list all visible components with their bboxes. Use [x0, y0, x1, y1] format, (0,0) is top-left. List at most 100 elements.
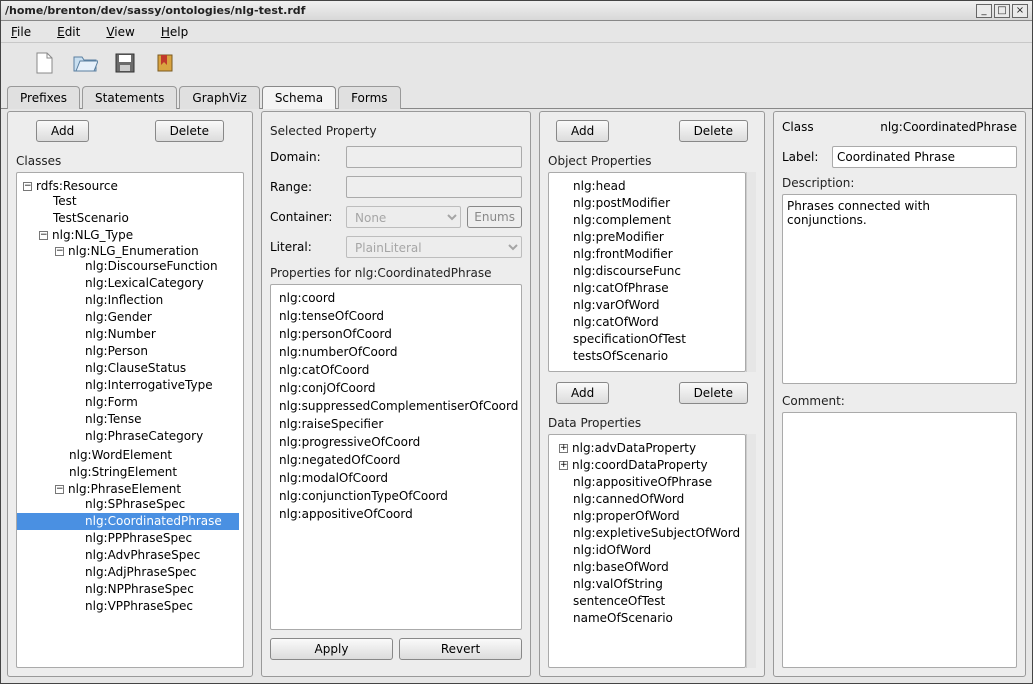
tab-forms[interactable]: Forms [338, 86, 400, 109]
dataprops-delete-button[interactable]: Delete [679, 382, 748, 404]
tree-node[interactable]: nlg:head [573, 179, 626, 193]
classes-add-button[interactable]: Add [36, 120, 89, 142]
description-textarea[interactable]: Phrases connected with conjunctions. [782, 194, 1017, 384]
tree-node[interactable]: nlg:Gender [85, 310, 152, 324]
tree-node[interactable]: nlg:postModifier [573, 196, 670, 210]
tree-node[interactable]: rdfs:Resource [36, 179, 118, 193]
tree-node[interactable]: Test [53, 194, 77, 208]
tree-node[interactable]: TestScenario [53, 211, 129, 225]
tree-toggle-icon[interactable]: + [559, 444, 568, 453]
new-file-icon[interactable] [31, 49, 59, 77]
tree-node[interactable]: nlg:InterrogativeType [85, 378, 213, 392]
enums-button[interactable]: Enums [467, 206, 522, 228]
save-file-icon[interactable] [111, 49, 139, 77]
tab-schema[interactable]: Schema [262, 86, 336, 109]
close-icon[interactable]: × [1012, 4, 1028, 18]
tree-toggle-icon[interactable]: − [23, 182, 32, 191]
tree-node[interactable]: testsOfScenario [573, 349, 668, 363]
comment-textarea[interactable] [782, 412, 1017, 668]
tree-node[interactable]: nlg:varOfWord [573, 298, 660, 312]
tree-node[interactable]: nlg:CoordinatedPhrase [85, 514, 222, 528]
tree-node[interactable]: nlg:baseOfWord [573, 560, 669, 574]
classes-delete-button[interactable]: Delete [155, 120, 224, 142]
objprops-add-button[interactable]: Add [556, 120, 609, 142]
property-item[interactable]: nlg:conjunctionTypeOfCoord [275, 487, 517, 505]
tree-node[interactable]: nameOfScenario [573, 611, 673, 625]
object-properties-tree[interactable]: nlg:head nlg:postModifier nlg:complement nl… [548, 172, 746, 372]
tab-graphviz[interactable]: GraphViz [179, 86, 259, 109]
tree-node[interactable]: nlg:SPhraseSpec [85, 497, 185, 511]
data-properties-tree[interactable]: + nlg:advDataProperty + nlg:coordDataProper… [548, 434, 746, 668]
tree-node[interactable]: nlg:ClauseStatus [85, 361, 186, 375]
tree-node[interactable]: nlg:Form [85, 395, 138, 409]
tree-node[interactable]: nlg:complement [573, 213, 671, 227]
tree-node[interactable]: nlg:valOfString [573, 577, 663, 591]
tree-node[interactable]: nlg:StringElement [69, 465, 177, 479]
property-item[interactable]: nlg:negatedOfCoord [275, 451, 517, 469]
tree-node[interactable]: nlg:idOfWord [573, 543, 651, 557]
tree-node[interactable]: nlg:frontModifier [573, 247, 673, 261]
scrollbar[interactable] [746, 434, 756, 668]
range-input[interactable] [346, 176, 522, 198]
tree-node[interactable]: nlg:WordElement [69, 448, 172, 462]
tree-node[interactable]: nlg:cannedOfWord [573, 492, 684, 506]
properties-list[interactable]: nlg:coordnlg:tenseOfCoordnlg:personOfCoo… [270, 284, 522, 630]
tree-node[interactable]: nlg:Tense [85, 412, 142, 426]
tree-toggle-icon[interactable]: − [39, 231, 48, 240]
maximize-icon[interactable]: □ [994, 4, 1010, 18]
scrollbar[interactable] [746, 172, 756, 372]
tree-node[interactable]: nlg:NLG_Enumeration [68, 244, 199, 258]
tree-node[interactable]: nlg:VPPhraseSpec [85, 599, 193, 613]
property-item[interactable]: nlg:numberOfCoord [275, 343, 517, 361]
tree-node[interactable]: nlg:DiscourseFunction [85, 259, 218, 273]
property-item[interactable]: nlg:personOfCoord [275, 325, 517, 343]
domain-input[interactable] [346, 146, 522, 168]
tree-node[interactable]: nlg:Number [85, 327, 156, 341]
tree-node[interactable]: nlg:PhraseElement [68, 482, 181, 496]
tree-node[interactable]: nlg:PPPhraseSpec [85, 531, 192, 545]
tree-node[interactable]: nlg:appositiveOfPhrase [573, 475, 712, 489]
tree-node[interactable]: nlg:LexicalCategory [85, 276, 204, 290]
property-item[interactable]: nlg:conjOfCoord [275, 379, 517, 397]
property-item[interactable]: nlg:tenseOfCoord [275, 307, 517, 325]
dataprops-add-button[interactable]: Add [556, 382, 609, 404]
tree-node[interactable]: nlg:Inflection [85, 293, 163, 307]
literal-select[interactable]: PlainLiteral [346, 236, 522, 258]
menu-edit[interactable]: Edit [53, 23, 84, 41]
tab-statements[interactable]: Statements [82, 86, 177, 109]
menu-help[interactable]: Help [157, 23, 192, 41]
tree-node[interactable]: nlg:catOfWord [573, 315, 659, 329]
tree-node[interactable]: nlg:expletiveSubjectOfWord [573, 526, 740, 540]
tree-node[interactable]: nlg:preModifier [573, 230, 664, 244]
bookmark-icon[interactable] [151, 49, 179, 77]
tab-prefixes[interactable]: Prefixes [7, 86, 80, 109]
tree-node[interactable]: nlg:AdjPhraseSpec [85, 565, 197, 579]
property-item[interactable]: nlg:coord [275, 289, 517, 307]
tree-node[interactable]: nlg:Person [85, 344, 148, 358]
tree-node[interactable]: nlg:coordDataProperty [572, 458, 708, 472]
tree-toggle-icon[interactable]: − [55, 247, 64, 256]
apply-button[interactable]: Apply [270, 638, 393, 660]
tree-toggle-icon[interactable]: − [55, 485, 64, 494]
tree-node[interactable]: nlg:properOfWord [573, 509, 680, 523]
tree-toggle-icon[interactable]: + [559, 461, 568, 470]
tree-node[interactable]: nlg:AdvPhraseSpec [85, 548, 200, 562]
menu-view[interactable]: View [102, 23, 138, 41]
property-item[interactable]: nlg:suppressedComplementiserOfCoord [275, 397, 517, 415]
tree-node[interactable]: specificationOfTest [573, 332, 686, 346]
property-item[interactable]: nlg:progressiveOfCoord [275, 433, 517, 451]
property-item[interactable]: nlg:catOfCoord [275, 361, 517, 379]
tree-node[interactable]: nlg:PhraseCategory [85, 429, 203, 443]
open-file-icon[interactable] [71, 49, 99, 77]
tree-node[interactable]: nlg:catOfPhrase [573, 281, 669, 295]
property-item[interactable]: nlg:raiseSpecifier [275, 415, 517, 433]
objprops-delete-button[interactable]: Delete [679, 120, 748, 142]
container-select[interactable]: None [346, 206, 461, 228]
tree-node[interactable]: nlg:advDataProperty [572, 441, 696, 455]
property-item[interactable]: nlg:modalOfCoord [275, 469, 517, 487]
tree-node[interactable]: nlg:NPPhraseSpec [85, 582, 194, 596]
revert-button[interactable]: Revert [399, 638, 522, 660]
classes-tree[interactable]: −rdfs:Resource Test TestScenario −nlg:NL… [16, 172, 244, 668]
minimize-icon[interactable]: _ [976, 4, 992, 18]
tree-node[interactable]: nlg:discourseFunc [573, 264, 681, 278]
